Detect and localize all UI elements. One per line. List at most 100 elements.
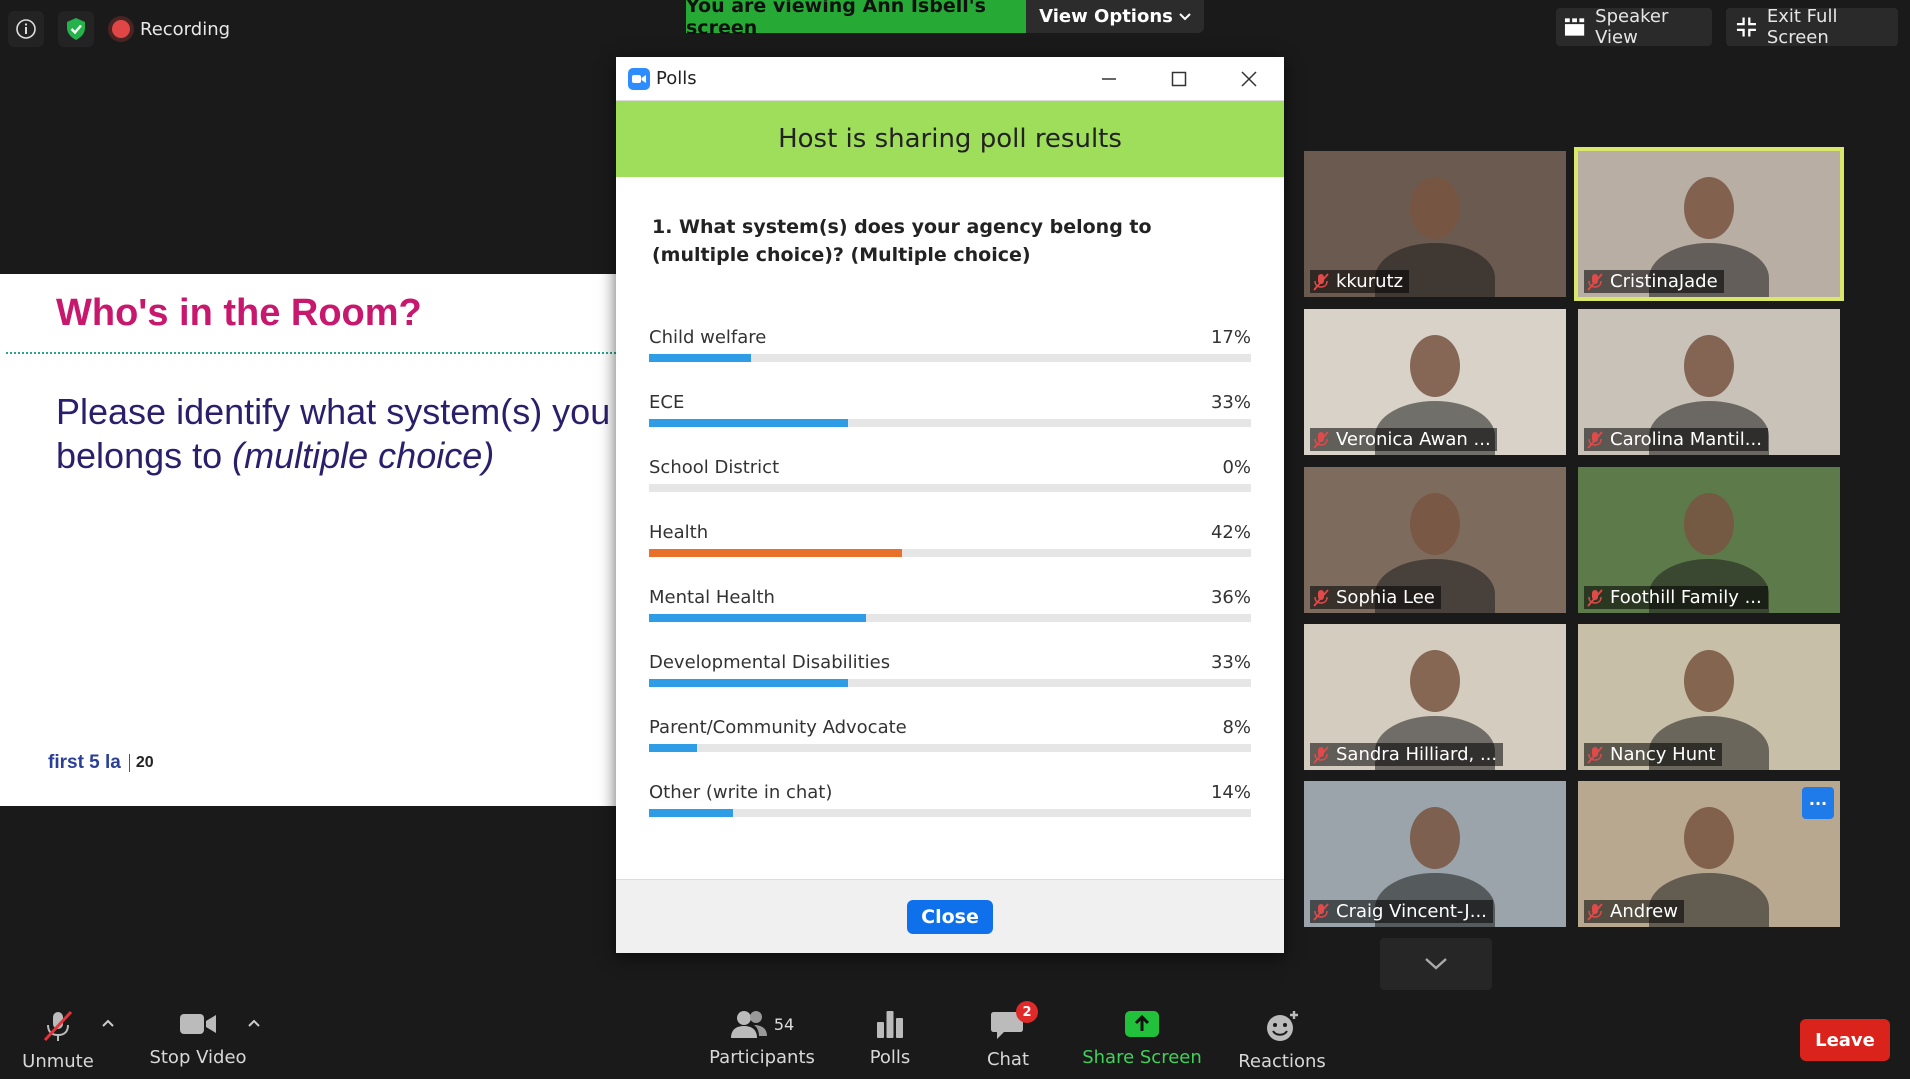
unmute-button[interactable]: Unmute xyxy=(16,999,100,1079)
poll-option-bar-fill xyxy=(649,419,848,427)
poll-option-bar-fill xyxy=(649,679,848,687)
encryption-button[interactable] xyxy=(58,11,94,47)
poll-option-bar-fill xyxy=(649,614,866,622)
poll-option: School District 0% xyxy=(649,457,1251,507)
share-screen-button[interactable]: Share Screen xyxy=(1082,999,1202,1079)
poll-option-bar-track xyxy=(649,809,1251,817)
close-window-button[interactable] xyxy=(1214,57,1284,101)
slide-body-line-2-italic: (multiple choice) xyxy=(232,435,495,476)
participant-name: kkurutz xyxy=(1336,271,1404,292)
participant-name-tag: kkurutz xyxy=(1310,270,1410,293)
poll-option-label: Parent/Community Advocate xyxy=(649,717,907,738)
poll-option-percent: 33% xyxy=(1210,392,1251,413)
poll-option-percent: 8% xyxy=(1222,717,1251,738)
participant-tile[interactable]: Sandra Hilliard, ... xyxy=(1304,624,1566,770)
maximize-button[interactable] xyxy=(1144,57,1214,101)
reactions-button[interactable]: Reactions xyxy=(1232,999,1332,1079)
polls-label: Polls xyxy=(869,1047,911,1068)
stop-video-button[interactable]: Stop Video xyxy=(146,999,250,1079)
participant-video-head xyxy=(1684,650,1734,712)
poll-option-percent: 14% xyxy=(1210,782,1251,803)
reactions-label: Reactions xyxy=(1238,1051,1326,1072)
microphone-muted-icon xyxy=(1313,430,1329,449)
gallery-next-page-button[interactable] xyxy=(1380,938,1492,990)
participant-tile[interactable]: CristinaJade xyxy=(1574,147,1844,301)
participants-icon xyxy=(730,1011,767,1038)
participant-video-head xyxy=(1410,650,1460,712)
poll-option: Parent/Community Advocate 8% xyxy=(649,717,1251,767)
speaker-view-button[interactable]: Speaker View xyxy=(1556,6,1712,48)
exit-full-screen-button[interactable]: Exit Full Screen xyxy=(1726,6,1898,48)
slide-body-line-2-prefix: belongs to xyxy=(56,435,233,476)
participant-name-tag: Andrew xyxy=(1584,900,1684,923)
poll-option-percent: 33% xyxy=(1210,652,1251,673)
zoom-logo-icon xyxy=(628,67,650,90)
speaker-view-icon xyxy=(1564,18,1585,36)
recording-indicator[interactable]: Recording xyxy=(108,19,230,40)
shield-check-icon xyxy=(67,18,85,40)
participant-video-head xyxy=(1684,807,1734,869)
exit-full-screen-label: Exit Full Screen xyxy=(1766,6,1838,48)
poll-option-percent: 17% xyxy=(1210,327,1251,348)
participant-tile[interactable]: Foothill Family ... xyxy=(1578,467,1840,613)
minimize-icon xyxy=(1102,77,1116,80)
chevron-up-icon[interactable] xyxy=(246,1017,262,1029)
participant-name: Sandra Hilliard, ... xyxy=(1336,744,1498,765)
participant-tile[interactable]: Veronica Awan ... xyxy=(1304,309,1566,455)
participant-tile[interactable]: Craig Vincent-J... xyxy=(1304,781,1566,927)
poll-option-percent: 0% xyxy=(1222,457,1251,478)
shared-slide: Who's in the Room? Please identify what … xyxy=(0,274,640,806)
meeting-status-bar: Recording xyxy=(0,0,230,58)
poll-option-bar-fill xyxy=(649,549,902,557)
poll-option-label: Developmental Disabilities xyxy=(649,652,891,673)
polls-button[interactable]: Polls xyxy=(854,999,926,1079)
poll-option-label: Health xyxy=(649,522,709,543)
chevron-down-icon xyxy=(1179,12,1191,20)
slide-body-line-1: Please identify what system(s) you xyxy=(56,391,611,432)
participant-name-tag: CristinaJade xyxy=(1584,270,1724,293)
participant-name-tag: Sophia Lee xyxy=(1310,586,1441,609)
microphone-muted-icon xyxy=(1313,588,1329,607)
participant-name: Nancy Hunt xyxy=(1610,744,1716,765)
poll-option-bar-track xyxy=(649,549,1251,557)
participant-name: CristinaJade xyxy=(1610,271,1718,292)
meeting-info-button[interactable] xyxy=(8,11,44,47)
first5la-logo: first 5 la 20 xyxy=(48,752,154,774)
emoji-reaction-icon xyxy=(1267,1011,1298,1041)
polls-window-title: Polls xyxy=(656,68,697,89)
participant-tile[interactable]: Sophia Lee xyxy=(1304,467,1566,613)
close-poll-button[interactable]: Close xyxy=(907,899,993,934)
poll-option-bar-track xyxy=(649,679,1251,687)
chevron-up-icon[interactable] xyxy=(100,1017,116,1029)
chat-button[interactable]: 2 Chat xyxy=(972,999,1044,1079)
participants-button[interactable]: 54 Participants xyxy=(709,999,815,1079)
chevron-down-icon xyxy=(1425,958,1447,970)
poll-option-percent: 42% xyxy=(1210,522,1251,543)
participant-video-head xyxy=(1410,807,1460,869)
poll-option-label: Child welfare xyxy=(649,327,767,348)
participant-video-head xyxy=(1410,335,1460,397)
participant-name: Foothill Family ... xyxy=(1610,587,1762,608)
poll-option-label: Other (write in chat) xyxy=(649,782,833,803)
participant-name-tag: Carolina Mantil... xyxy=(1584,428,1768,451)
microphone-muted-icon xyxy=(1587,430,1603,449)
participant-tile[interactable]: Nancy Hunt xyxy=(1578,624,1840,770)
poll-option: Health 42% xyxy=(649,522,1251,572)
poll-option-bar-track xyxy=(649,419,1251,427)
share-screen-arrow-icon xyxy=(1125,1011,1159,1037)
microphone-muted-icon xyxy=(43,1010,73,1042)
participant-name-tag: Nancy Hunt xyxy=(1584,743,1722,766)
close-icon xyxy=(1241,70,1257,87)
participants-label: Participants xyxy=(709,1047,815,1068)
participant-video-head xyxy=(1410,177,1460,239)
leave-meeting-button[interactable]: Leave xyxy=(1800,1019,1890,1061)
polls-titlebar: Polls xyxy=(616,57,1284,101)
view-options-button[interactable]: View Options xyxy=(1026,0,1204,33)
microphone-muted-icon xyxy=(1313,902,1329,921)
participant-tile[interactable]: Carolina Mantil... xyxy=(1578,309,1840,455)
minimize-button[interactable] xyxy=(1074,57,1144,101)
participant-tile[interactable]: ··· Andrew xyxy=(1578,781,1840,927)
participant-tile[interactable]: kkurutz xyxy=(1304,151,1566,297)
tile-more-options-button[interactable]: ··· xyxy=(1802,787,1834,819)
poll-option: Mental Health 36% xyxy=(649,587,1251,637)
